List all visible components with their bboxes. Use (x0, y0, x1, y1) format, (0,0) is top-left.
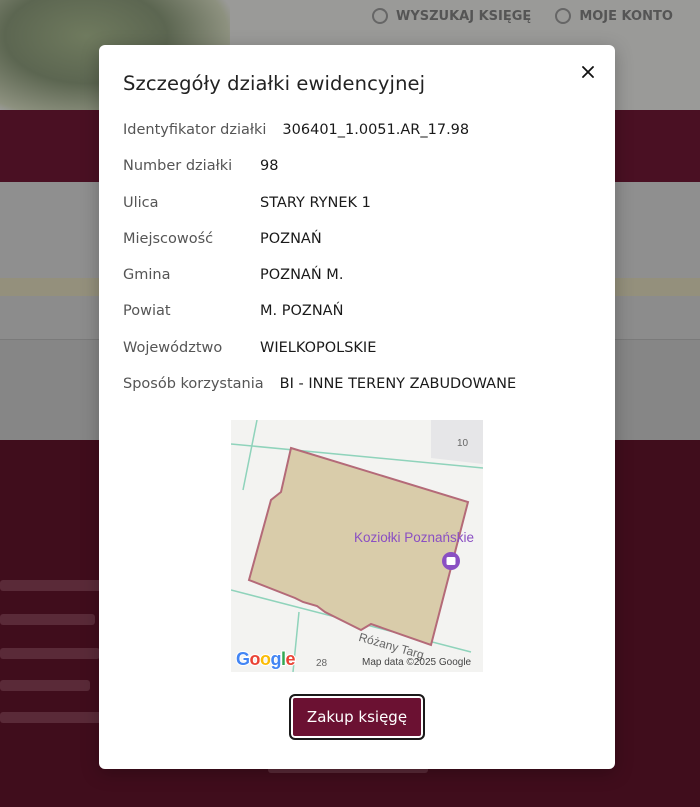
map-place-label[interactable]: Koziołki Poznańskie (354, 530, 474, 545)
parcel-map[interactable]: 10 Koziołki Poznańskie Różany Targ 28 Ma… (231, 420, 483, 672)
detail-value: POZNAŃ M. (260, 267, 344, 284)
detail-value: WIELKOPOLSKIE (260, 339, 377, 356)
logo-letter: e (285, 648, 297, 670)
detail-label: Powiat (123, 303, 171, 320)
detail-row-land-use: Sposób korzystania BI - INNE TERENY ZABU… (123, 376, 593, 412)
map-copyright: Map data ©2025 Google (362, 657, 472, 668)
detail-label: Sposób korzystania (123, 376, 264, 393)
logo-letter: o (259, 648, 272, 670)
logo-letter: g (270, 648, 283, 670)
close-icon (582, 66, 594, 78)
map-road (242, 420, 258, 491)
detail-label: Miejscowość (123, 230, 214, 247)
map-building-number: 28 (316, 658, 328, 669)
detail-value: M. POZNAŃ (260, 303, 344, 320)
parcel-polygon[interactable] (247, 446, 470, 647)
detail-row-commune: Gmina POZNAŃ M. (123, 267, 593, 303)
detail-row-voivodeship: Województwo WIELKOPOLSKIE (123, 340, 593, 376)
buy-book-button[interactable]: Zakup księgę (289, 694, 425, 740)
detail-value: 98 (260, 158, 279, 175)
detail-value: STARY RYNEK 1 (260, 194, 371, 211)
detail-label: Gmina (123, 267, 171, 284)
map-canvas (231, 420, 483, 672)
logo-letter: G (235, 648, 251, 670)
parcel-details-modal: Szczegóły działki ewidencyjnej Identyfik… (99, 45, 615, 769)
detail-row-parcel-number: Number działki 98 (123, 158, 593, 194)
detail-label: Identyfikator działki (123, 122, 267, 138)
modal-title: Szczegóły działki ewidencyjnej (123, 72, 426, 95)
detail-label: Województwo (123, 339, 223, 356)
google-logo: Google (235, 648, 297, 670)
map-building-number: 10 (457, 438, 469, 449)
detail-value: 306401_1.0051.AR_17.98 (282, 122, 470, 138)
detail-row-city: Miejscowość POZNAŃ (123, 231, 593, 267)
detail-label: Number działki (123, 158, 233, 175)
detail-value: POZNAŃ (260, 230, 322, 247)
parcel-details-list: Identyfikator działki 306401_1.0051.AR_1… (123, 122, 593, 412)
logo-letter: o (249, 648, 262, 670)
detail-row-parcel-id: Identyfikator działki 306401_1.0051.AR_1… (123, 122, 593, 158)
close-button[interactable] (577, 61, 599, 83)
place-pin-glyph (446, 557, 456, 565)
detail-label: Ulica (123, 194, 159, 211)
detail-row-county: Powiat M. POZNAŃ (123, 303, 593, 339)
detail-row-street: Ulica STARY RYNEK 1 (123, 195, 593, 231)
detail-value: BI - INNE TERENY ZABUDOWANE (279, 376, 517, 393)
